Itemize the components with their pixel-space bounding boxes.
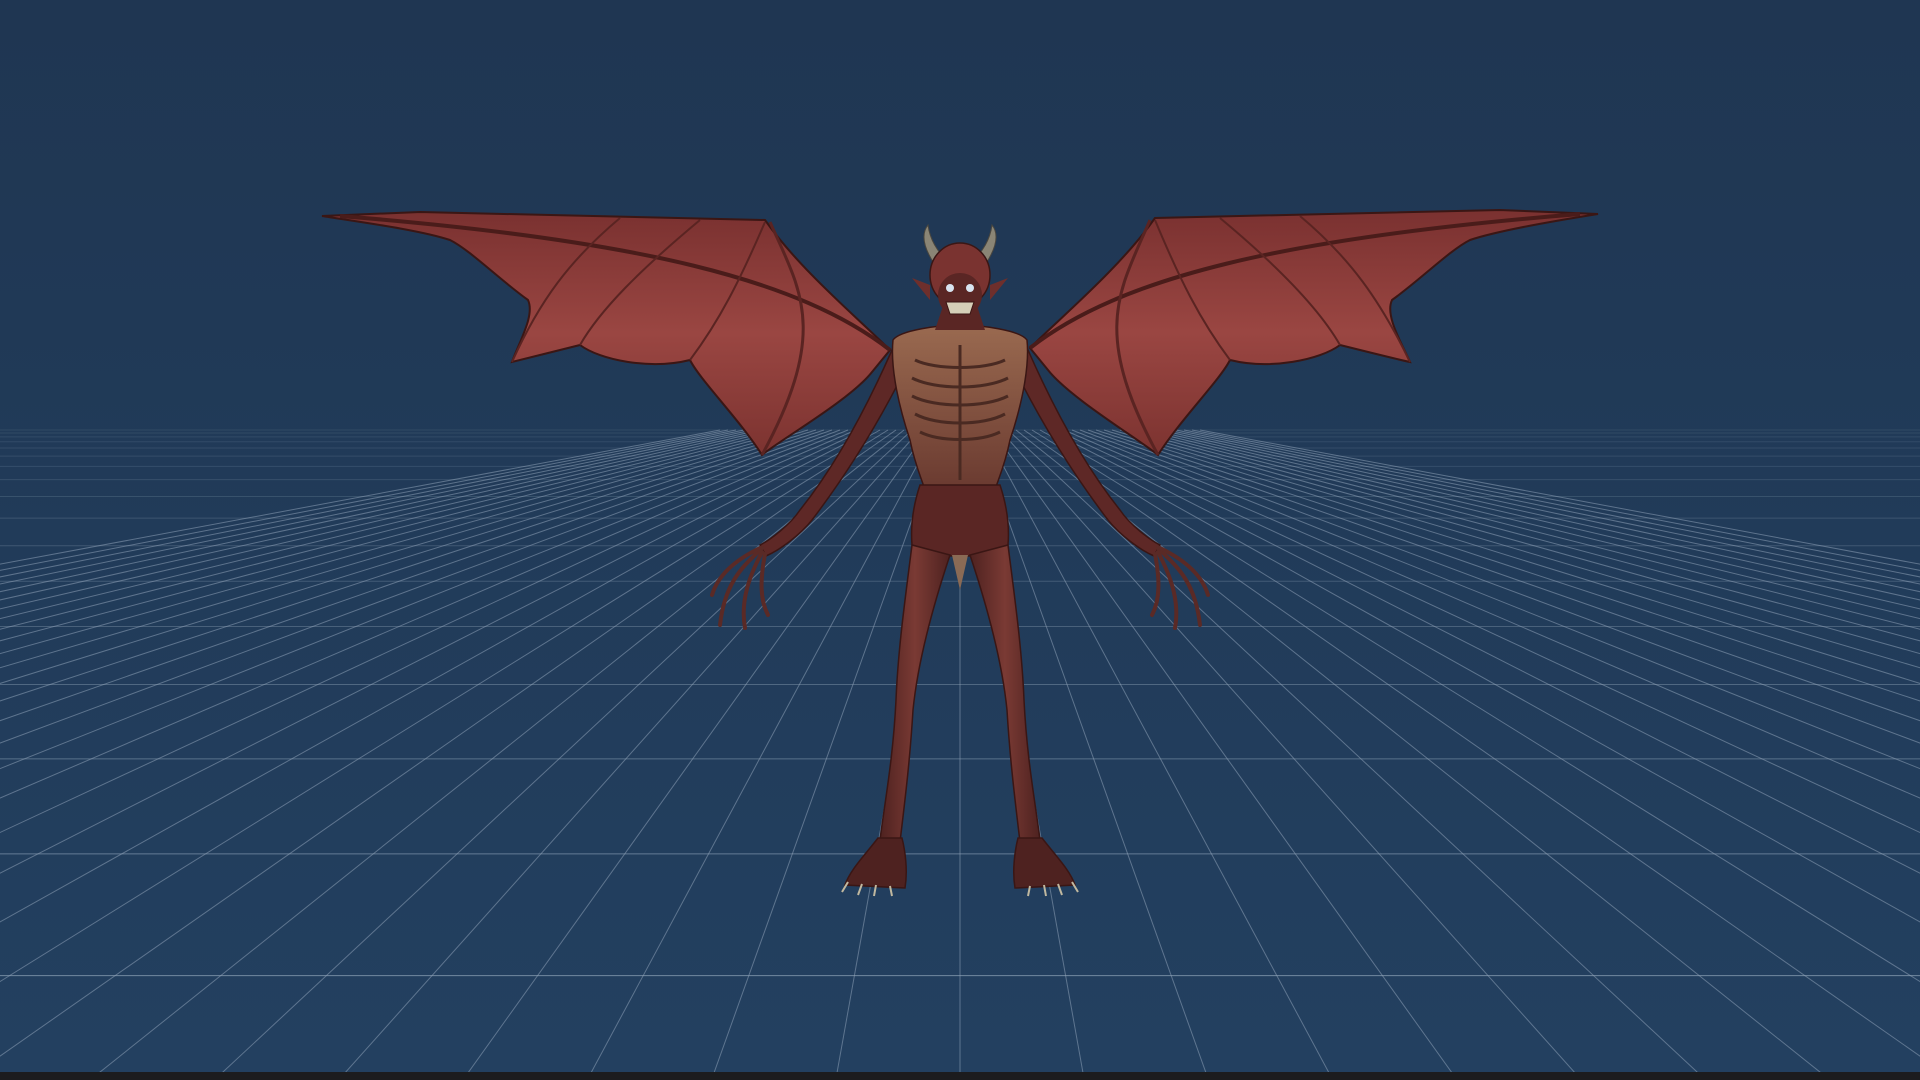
pelvis	[910, 484, 1010, 557]
teeth	[945, 301, 975, 315]
viewport-canvas[interactable]	[0, 0, 1920, 1072]
3d-viewport[interactable]	[0, 0, 1920, 1072]
right-eye	[966, 284, 974, 292]
left-eye	[946, 284, 954, 292]
bottom-bar	[0, 1072, 1920, 1080]
